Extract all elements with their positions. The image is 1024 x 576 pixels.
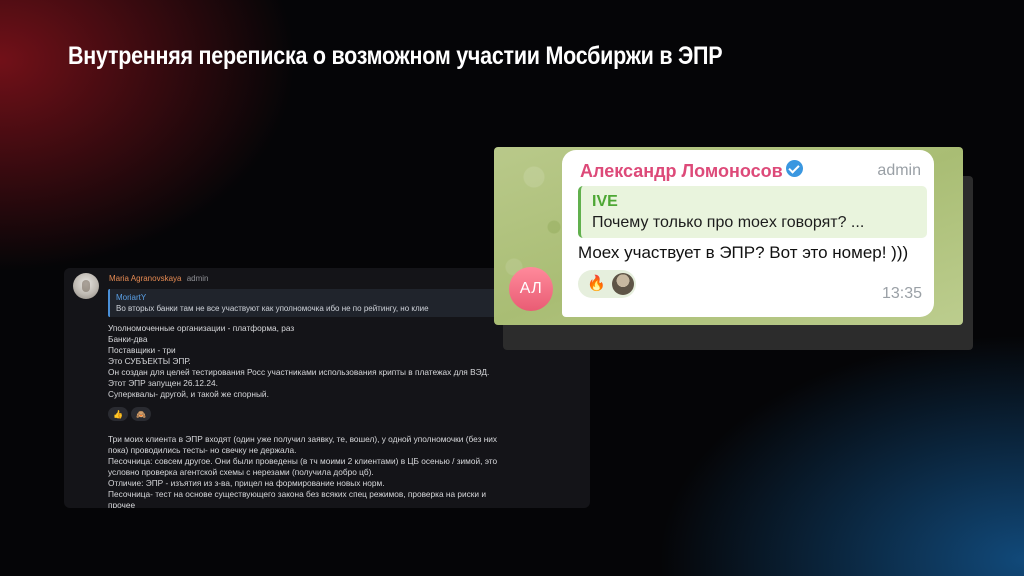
message-header: Maria Agranovskaya admin — [109, 274, 209, 283]
verified-badge-icon — [786, 160, 803, 177]
message-text: Моех участвует в ЭПР? Вот это номер! ))) — [578, 243, 909, 262]
message-line: Песочница: совсем другое. Они были прове… — [108, 456, 498, 466]
avatar[interactable]: АЛ — [509, 267, 553, 311]
message-line: Поставщики - три — [108, 345, 176, 355]
message-bubble[interactable]: Александр Ломоносов admin IVE Почему тол… — [562, 150, 934, 317]
slide-title: Внутренняя переписка о возможном участии… — [68, 42, 723, 70]
quote-text: Почему только про moex говорят? ... — [592, 214, 865, 231]
monkey-reaction[interactable]: 🙈 — [131, 407, 151, 421]
reactor-avatar — [612, 273, 634, 295]
author-name[interactable]: Александр Ломоносов — [580, 161, 783, 182]
author-role: admin — [186, 274, 209, 283]
reactions-bar: 👍 🙈 — [108, 407, 151, 421]
message-line: Уполномоченные организации - платформа, … — [108, 323, 295, 333]
avatar[interactable] — [73, 273, 99, 299]
message-line: прочее — [108, 500, 136, 508]
message-line: Три моих клиента в ЭПР входят (один уже … — [108, 434, 498, 444]
message-line: Отличие: ЭПР - изъятия из з-ва, прицел н… — [108, 478, 385, 488]
message-line: Он создан для целей тестирования Росс уч… — [108, 367, 490, 377]
fire-reaction: 🔥 — [587, 275, 606, 292]
author-role: admin — [877, 162, 921, 179]
message-line: Песочница- тест на основе существующего … — [108, 489, 486, 499]
message-time: 13:35 — [881, 285, 922, 302]
reply-quote[interactable]: IVE Почему только про moex говорят? ... — [578, 186, 927, 238]
quote-author: MoriartY — [116, 293, 147, 302]
quote-text: Во вторых банки там не все участвуют как… — [116, 304, 429, 313]
message-line: Суперквалы- другой, и такой же спорный. — [108, 389, 269, 399]
message-line: пока) проводились тесты- но свечку не де… — [108, 445, 297, 455]
message-line: Банки-два — [108, 334, 148, 344]
thumbs-up-reaction[interactable]: 👍 — [108, 407, 128, 421]
author-name[interactable]: Maria Agranovskaya — [109, 274, 181, 283]
message-line: условно проверка агентской схемы с нерез… — [108, 467, 374, 477]
message-line: Этот ЭПР запущен 26.12.24. — [108, 378, 218, 388]
quote-author: IVE — [592, 193, 618, 210]
message-line: Это СУБЪЕКТЫ ЭПР. — [108, 356, 191, 366]
telegram-chat-screenshot: АЛ Александр Ломоносов admin IVE Почему … — [494, 147, 963, 325]
reaction-chip[interactable]: 🔥 — [578, 270, 636, 298]
